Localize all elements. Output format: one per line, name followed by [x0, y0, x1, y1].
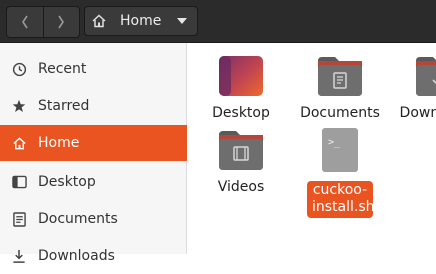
header-bar: Home — [0, 0, 436, 43]
sidebar-item-label: Desktop — [38, 174, 96, 190]
file-item-desktop[interactable]: Desktop — [198, 55, 284, 121]
home-icon — [11, 135, 27, 151]
path-bar-home-button[interactable]: Home — [84, 6, 198, 36]
sidebar-item-home[interactable]: Home — [0, 125, 187, 161]
file-item-documents[interactable]: Documents — [297, 55, 383, 121]
path-label: Home — [120, 13, 162, 29]
sidebar-item-starred[interactable]: Starred — [0, 88, 187, 124]
chevron-right-icon — [58, 15, 65, 29]
file-label: Downloads — [399, 105, 436, 121]
document-icon — [11, 211, 27, 227]
file-grid: Desktop Documents Downloads Videos — [188, 43, 436, 254]
sidebar-item-desktop[interactable]: Desktop — [0, 164, 187, 200]
sidebar-item-label: Documents — [38, 211, 118, 227]
svg-text:>_: >_ — [328, 137, 341, 148]
file-item-videos[interactable]: Videos — [198, 129, 284, 195]
clock-icon — [11, 61, 27, 77]
forward-button[interactable] — [42, 7, 80, 37]
download-icon — [11, 248, 27, 264]
triangle-down-icon[interactable] — [177, 18, 187, 25]
sidebar-item-recent[interactable]: Recent — [0, 51, 187, 87]
sidebar-item-documents[interactable]: Documents — [0, 201, 187, 237]
sidebar-item-label: Home — [38, 135, 80, 151]
file-label: cuckoo-install.sh — [307, 181, 375, 218]
sidebar-item-label: Recent — [38, 61, 87, 77]
file-label: Desktop — [212, 105, 270, 121]
sidebar-item-downloads[interactable]: Downloads — [0, 238, 187, 274]
videos-folder-icon — [219, 131, 263, 170]
downloads-folder-icon — [416, 57, 436, 96]
file-item-downloads[interactable]: Downloads — [395, 55, 436, 121]
chevron-left-icon — [21, 15, 28, 29]
sidebar-item-label: Downloads — [38, 248, 115, 264]
navigation-buttons — [6, 6, 80, 38]
sidebar-item-label: Starred — [38, 98, 90, 114]
back-button[interactable] — [7, 7, 43, 37]
file-label: Documents — [300, 105, 380, 121]
desktop-folder-icon — [219, 56, 263, 96]
documents-folder-icon — [318, 57, 362, 96]
script-file-icon: >_ — [322, 128, 358, 172]
star-icon — [11, 98, 27, 114]
desktop-icon — [11, 174, 27, 190]
file-item-cuckoo-install[interactable]: >_ cuckoo-install.sh — [297, 127, 383, 218]
sidebar: Recent Starred Home Desktop Documents Do… — [0, 43, 187, 264]
file-label: Videos — [217, 179, 265, 195]
home-icon — [92, 14, 106, 28]
